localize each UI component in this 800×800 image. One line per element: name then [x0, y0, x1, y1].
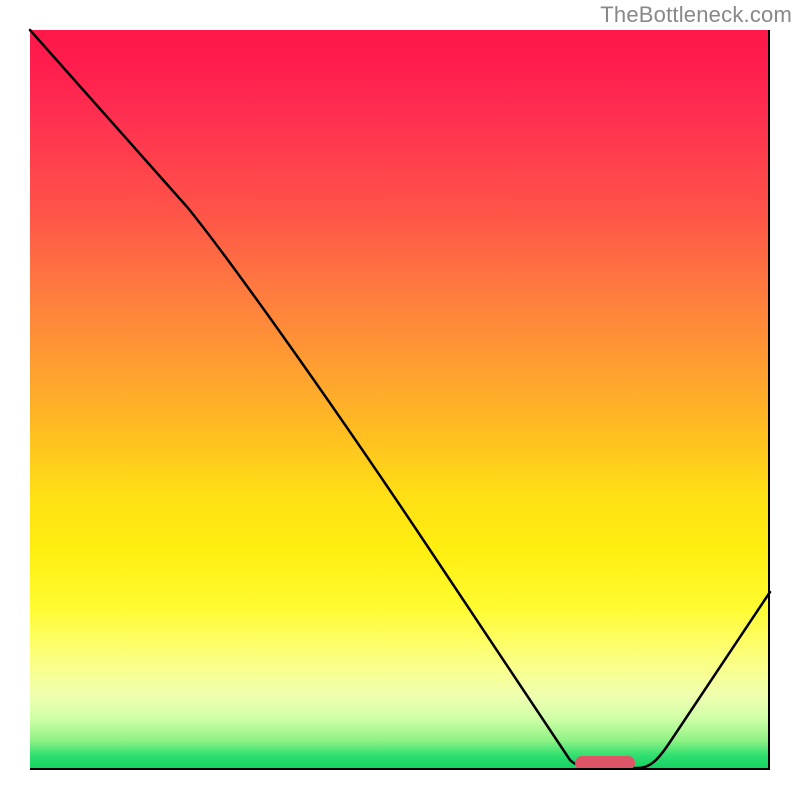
- chart-container: TheBottleneck.com: [0, 0, 800, 800]
- axis-bottom-border: [30, 768, 770, 770]
- watermark-text: TheBottleneck.com: [600, 2, 792, 28]
- axis-right-border: [768, 30, 770, 770]
- bottleneck-curve: [30, 30, 770, 768]
- plot-area: [30, 30, 770, 770]
- curve-svg: [30, 30, 770, 770]
